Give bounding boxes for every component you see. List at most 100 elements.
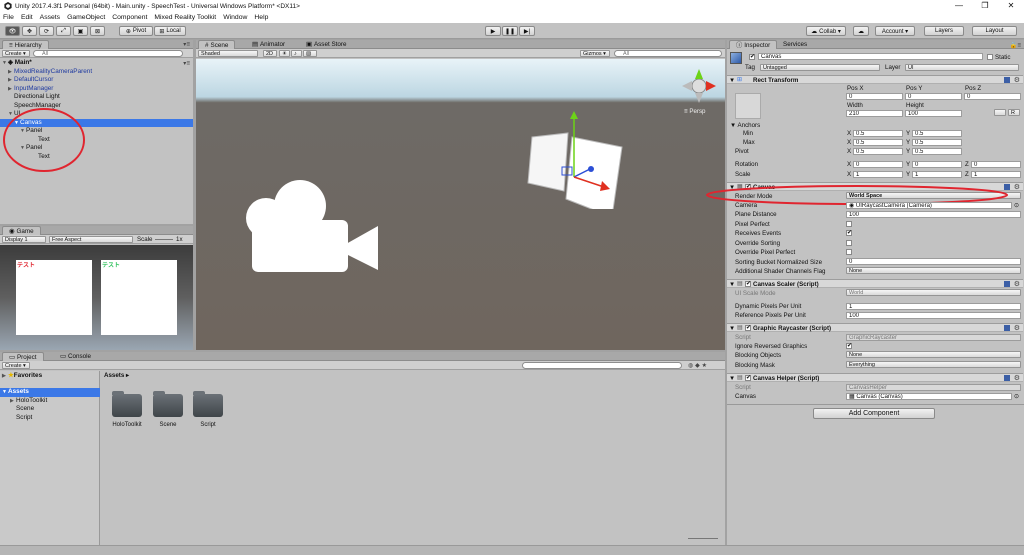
tab-inspector[interactable]: ⓘ Inspector xyxy=(729,40,778,49)
scale-y-field[interactable]: 1 xyxy=(912,171,962,178)
audio-toggle[interactable]: ♪ xyxy=(291,50,302,57)
receives-events-checkbox[interactable]: ✔ xyxy=(846,230,852,236)
menu-assets[interactable]: Assets xyxy=(40,14,60,21)
override-sorting-checkbox[interactable] xyxy=(846,240,852,246)
rect-transform-header[interactable]: ▼ ⊞ Rect Transform ⚙ xyxy=(727,75,1023,84)
pixel-perfect-checkbox[interactable] xyxy=(846,221,852,227)
lighting-toggle[interactable]: ☀ xyxy=(279,50,290,57)
gear-icon[interactable]: ⚙ xyxy=(1014,374,1020,382)
project-search-input[interactable] xyxy=(522,362,682,369)
static-checkbox[interactable] xyxy=(987,54,993,60)
canvas-scaler-header[interactable]: ▼ ▤ ✔ Canvas Scaler (Script) ⚙ xyxy=(727,279,1023,288)
tab-hierarchy[interactable]: ≡ Hierarchy xyxy=(2,40,49,49)
icon-size-slider[interactable] xyxy=(688,538,718,539)
helper-canvas-field[interactable]: ▦ Canvas (Canvas) xyxy=(846,393,1012,400)
scene-root-row[interactable]: ▼◈ Main* xyxy=(2,59,32,68)
favorites-row[interactable]: ▶ ★Favorites xyxy=(2,372,42,381)
perspective-label[interactable]: ≡ Persp xyxy=(684,108,706,115)
ui-scale-mode-dropdown[interactable]: World xyxy=(846,289,1021,296)
tab-console[interactable]: ▭ Console xyxy=(54,352,97,361)
tree-folder[interactable]: Scene xyxy=(16,405,34,414)
hierarchy-item[interactable]: ▶ InputManager xyxy=(8,85,53,94)
help-book-icon[interactable] xyxy=(1004,281,1010,287)
blueprint-mode-button[interactable] xyxy=(994,109,1006,116)
rotate-tool-button[interactable]: ⟳ xyxy=(39,26,54,36)
event-camera-field[interactable]: ◉ UIRaycastCamera (Camera) xyxy=(846,202,1012,209)
gear-icon[interactable]: ⚙ xyxy=(1014,324,1020,332)
anchor-preset-button[interactable] xyxy=(735,93,761,119)
play-button[interactable]: ▶ xyxy=(485,26,501,36)
layers-dropdown[interactable]: Layers xyxy=(924,26,964,36)
width-field[interactable]: 210 xyxy=(846,110,903,117)
aspect-dropdown[interactable]: Free Aspect xyxy=(49,236,133,243)
gear-icon[interactable]: ⚙ xyxy=(1014,76,1020,84)
hierarchy-item[interactable]: Directional Light xyxy=(8,93,60,102)
tab-animator[interactable]: ▤ Animator xyxy=(246,40,291,49)
game-viewport[interactable]: テスト テスト xyxy=(0,245,193,350)
local-toggle[interactable]: ⊞ Local xyxy=(154,26,186,36)
plane-distance-field[interactable]: 100 xyxy=(846,211,1021,218)
tree-folder[interactable]: ▶ HoloToolkit xyxy=(10,397,47,406)
cloud-services-button[interactable]: ☁ xyxy=(853,26,869,36)
menu-window[interactable]: Window xyxy=(223,14,247,21)
collab-button[interactable]: ☁ Collab ▾ xyxy=(806,26,846,36)
rotation-x-field[interactable]: 0 xyxy=(853,161,903,168)
scale-x-field[interactable]: 1 xyxy=(853,171,903,178)
folder-icon-holotoolkit[interactable] xyxy=(112,391,142,417)
object-picker-icon[interactable]: ⊙ xyxy=(1014,202,1019,209)
pivot-y-field[interactable]: 0.5 xyxy=(912,148,962,155)
scene-viewport[interactable]: ≡ Persp xyxy=(196,59,725,350)
account-dropdown[interactable]: Account ▾ xyxy=(875,26,915,36)
gear-icon[interactable]: ⚙ xyxy=(1014,183,1020,191)
anchor-min-y-field[interactable]: 0.5 xyxy=(912,130,962,137)
object-picker-icon[interactable]: ⊙ xyxy=(1014,393,1019,400)
shader-channels-dropdown[interactable]: None xyxy=(846,267,1021,274)
display-dropdown[interactable]: Display 1 xyxy=(2,236,46,243)
tab-project[interactable]: ▭ Project xyxy=(2,352,44,361)
filter-icons[interactable]: ◍ ◆ ★ xyxy=(688,362,707,369)
project-create-dropdown[interactable]: Create ▾ xyxy=(2,362,30,369)
menu-mixed-reality-toolkit[interactable]: Mixed Reality Toolkit xyxy=(154,14,216,21)
override-pixel-perfect-checkbox[interactable] xyxy=(846,249,852,255)
object-name-field[interactable]: Canvas xyxy=(758,53,983,60)
anchor-max-y-field[interactable]: 0.5 xyxy=(912,139,962,146)
panel-menu-icon[interactable]: ▾≡ xyxy=(183,41,190,48)
posy-field[interactable]: 0 xyxy=(905,93,962,100)
help-book-icon[interactable] xyxy=(1004,325,1010,331)
step-button[interactable]: ▶| xyxy=(519,26,535,36)
pivot-x-field[interactable]: 0.5 xyxy=(853,148,903,155)
graphic-raycaster-enabled-checkbox[interactable]: ✔ xyxy=(745,325,751,331)
anchor-min-x-field[interactable]: 0.5 xyxy=(853,130,903,137)
shading-mode-dropdown[interactable]: Shaded xyxy=(198,50,258,57)
scale-tool-button[interactable]: ⤢ xyxy=(56,26,71,36)
menu-gameobject[interactable]: GameObject xyxy=(67,14,105,21)
scale-z-field[interactable]: 1 xyxy=(971,171,1021,178)
rotation-y-field[interactable]: 0 xyxy=(912,161,962,168)
rotation-z-field[interactable]: 0 xyxy=(971,161,1021,168)
tab-asset-store[interactable]: ▣ Asset Store xyxy=(300,40,353,49)
active-checkbox[interactable]: ✔ xyxy=(749,54,755,60)
menu-file[interactable]: File xyxy=(3,14,14,21)
layer-dropdown[interactable]: UI xyxy=(905,64,1019,71)
transform-tool-button[interactable]: ⊠ xyxy=(90,26,105,36)
tab-services[interactable]: Services xyxy=(777,40,813,49)
scale-slider[interactable] xyxy=(155,239,173,240)
scene-search-input[interactable]: All xyxy=(614,50,722,57)
height-field[interactable]: 100 xyxy=(905,110,962,117)
tab-game[interactable]: ◉ Game xyxy=(2,226,41,235)
anchors-foldout[interactable]: ▼ Anchors xyxy=(730,122,760,129)
dynamic-pixels-field[interactable]: 1 xyxy=(846,303,1021,310)
anchor-max-x-field[interactable]: 0.5 xyxy=(853,139,903,146)
layout-dropdown[interactable]: Layout xyxy=(972,26,1017,36)
menu-edit[interactable]: Edit xyxy=(21,14,33,21)
gear-icon[interactable]: ⚙ xyxy=(1014,280,1020,288)
blocking-objects-dropdown[interactable]: None xyxy=(846,351,1021,358)
rect-tool-button[interactable]: ▣ xyxy=(73,26,88,36)
sorting-bucket-field[interactable]: 0 xyxy=(846,258,1021,265)
scene-menu-icon[interactable]: ▾≡ xyxy=(183,60,190,67)
posz-field[interactable]: 0 xyxy=(964,93,1021,100)
hierarchy-item[interactable]: ▶ MixedRealityCameraParent xyxy=(8,68,92,77)
hierarchy-search-input[interactable]: All xyxy=(33,50,183,57)
canvas-helper-header[interactable]: ▼ ▤ ✔ Canvas Helper (Script) ⚙ xyxy=(727,373,1023,382)
graphic-raycaster-header[interactable]: ▼ ▤ ✔ Graphic Raycaster (Script) ⚙ xyxy=(727,323,1023,332)
